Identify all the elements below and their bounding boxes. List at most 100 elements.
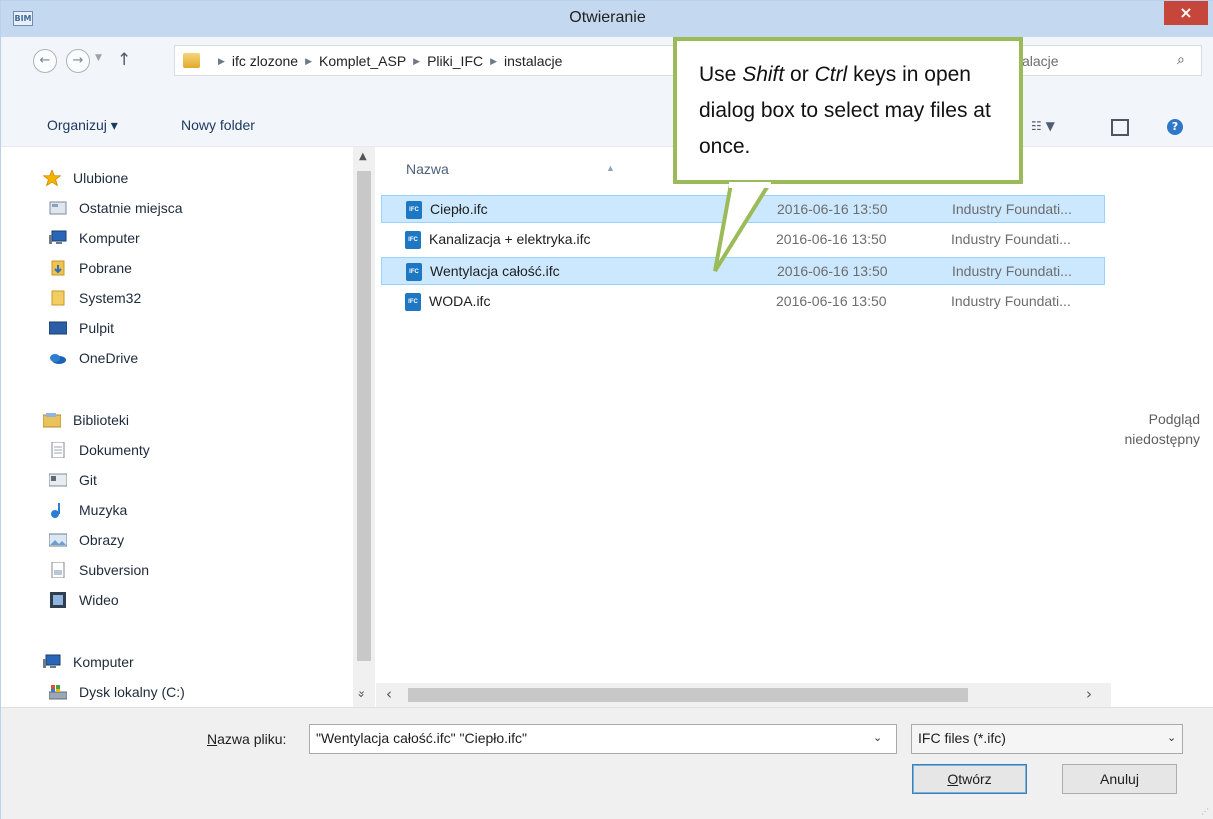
file-type: Industry Foundati...: [952, 201, 1072, 217]
pictures-icon: [49, 533, 67, 547]
breadcrumb-item[interactable]: Komplet_ASP: [319, 53, 406, 69]
file-type-chevron-icon[interactable]: ⌄: [1167, 731, 1176, 744]
scrollbar-thumb[interactable]: [408, 688, 968, 702]
recent-locations-chevron-icon[interactable]: ▼: [95, 53, 102, 63]
filename-history-chevron-icon[interactable]: ⌄: [873, 731, 882, 744]
scroll-left-icon[interactable]: ‹: [386, 685, 392, 703]
close-button[interactable]: ×: [1164, 1, 1208, 25]
sidebar-item-label: Obrazy: [79, 532, 125, 548]
downloads-icon: [51, 260, 65, 276]
sidebar-collapse-chevron-icon[interactable]: ⌄: [356, 686, 366, 700]
file-type: Industry Foundati...: [951, 231, 1071, 247]
drive-icon: [49, 685, 67, 700]
up-button[interactable]: ↑: [117, 50, 131, 70]
music-icon: [51, 503, 60, 518]
sidebar-item-label: Ulubione: [73, 170, 129, 186]
help-icon[interactable]: ?: [1167, 119, 1183, 135]
callout-joint: [729, 182, 771, 188]
file-type: Industry Foundati...: [951, 293, 1071, 309]
sidebar-item-label: Dysk lokalny (C:): [79, 684, 185, 700]
file-type: Industry Foundati...: [952, 263, 1072, 279]
recent-places-icon: [49, 201, 67, 215]
open-button-label: twórz: [958, 771, 992, 787]
breadcrumb-item[interactable]: ifc zlozone: [232, 53, 298, 69]
onedrive-icon: [50, 354, 66, 364]
breadcrumb-item[interactable]: instalacje: [504, 53, 562, 69]
filename-label: Nazwa pliku:: [207, 731, 286, 747]
open-button[interactable]: Otwórz: [912, 764, 1027, 794]
file-row[interactable]: IFC Kanalizacja + elektryka.ifc 2016-06-…: [381, 226, 1105, 254]
title-bar[interactable]: BIM Otwieranie ×: [1, 1, 1213, 37]
back-button[interactable]: ←: [33, 49, 57, 73]
cancel-button[interactable]: Anuluj: [1062, 764, 1177, 794]
breadcrumb-separator-icon[interactable]: ▶: [490, 56, 497, 66]
resize-grip-icon[interactable]: ⋰: [1201, 807, 1209, 816]
file-row[interactable]: IFC Wentylacja całość.ifc 2016-06-16 13:…: [381, 257, 1105, 285]
view-options-icon[interactable]: ☷ ▼: [1031, 119, 1055, 133]
file-date: 2016-06-16 13:50: [776, 293, 887, 309]
scrollbar-thumb[interactable]: [357, 171, 371, 661]
dialog-title: Otwieranie: [569, 9, 646, 26]
file-row[interactable]: IFC WODA.ifc 2016-06-16 13:50 Industry F…: [381, 288, 1105, 316]
subversion-icon: [51, 562, 65, 578]
sidebar-item-label: Dokumenty: [79, 442, 150, 458]
search-icon[interactable]: ⌕: [1177, 52, 1185, 68]
command-bar: Organizuj ▾ Nowy folder ☷ ▼ ?: [1, 83, 1213, 147]
sidebar-item-label: Ostatnie miejsca: [79, 200, 183, 216]
column-header-name[interactable]: Nazwa ▲: [406, 161, 615, 177]
file-name: Kanalizacja + elektryka.ifc: [429, 231, 591, 247]
sidebar-item-label: Subversion: [79, 562, 150, 578]
breadcrumb-item[interactable]: Pliki_IFC: [427, 53, 483, 69]
file-name: Ciepło.ifc: [430, 201, 488, 217]
git-icon: [49, 473, 67, 487]
sidebar-item-label: Biblioteki: [73, 412, 130, 428]
sidebar-scrollbar[interactable]: ▲ ⌄: [353, 147, 375, 707]
breadcrumb: ▶ ifc zlozone ▶ Komplet_ASP ▶ Pliki_IFC ▶ insta…: [211, 53, 562, 69]
new-folder-button[interactable]: Nowy folder: [181, 117, 255, 133]
filename-field[interactable]: "Wentylacja całość.ifc" "Ciepło.ifc": [309, 724, 897, 754]
breadcrumb-separator-icon[interactable]: ▶: [413, 56, 420, 66]
preview-pane-icon[interactable]: [1111, 119, 1129, 136]
file-list-horizontal-scrollbar[interactable]: ‹ ›: [376, 683, 1111, 707]
sidebar-item-label: Komputer: [73, 654, 134, 670]
sort-ascending-icon: ▲: [606, 163, 615, 173]
preview-unavailable-text: Podgląd niedostępny: [1111, 409, 1200, 449]
video-icon: [50, 592, 66, 608]
sidebar-item-label: Pulpit: [79, 320, 115, 336]
preview-line: niedostępny: [1124, 431, 1200, 447]
preview-line: Podgląd: [1148, 411, 1200, 427]
ifc-file-icon: IFC: [405, 293, 421, 311]
sidebar-item-label: Pobrane: [79, 260, 132, 276]
open-button-accesskey: O: [947, 771, 959, 787]
forward-button[interactable]: →: [66, 49, 90, 73]
breadcrumb-separator-icon[interactable]: ▶: [305, 56, 312, 66]
sidebar-item-label: OneDrive: [79, 350, 139, 366]
file-list: Nazwa ▲ IFC Ciepło.ifc 2016-06-16 13:50 …: [376, 147, 1111, 707]
scroll-right-icon[interactable]: ›: [1086, 685, 1092, 703]
navigation-bar: ← → ▼ ↑ ▶ ifc zlozone ▶ Komplet_ASP ▶ Pliki_I…: [1, 37, 1213, 83]
ifc-file-icon: IFC: [405, 231, 421, 249]
sidebar-item-label: Wideo: [79, 592, 119, 608]
folder-icon: [183, 53, 200, 68]
file-type-select[interactable]: IFC files (*.ifc): [911, 724, 1183, 754]
dialog-footer: Nazwa pliku: "Wentylacja całość.ifc" "Ci…: [1, 707, 1213, 819]
file-row[interactable]: IFC Ciepło.ifc 2016-06-16 13:50 Industry…: [381, 195, 1105, 223]
ifc-file-icon: IFC: [406, 201, 422, 219]
sidebar-item-label: System32: [79, 290, 142, 306]
organize-button[interactable]: Organizuj ▾: [47, 117, 118, 134]
libraries-icon: [43, 413, 61, 428]
computer-icon: [49, 230, 67, 244]
callout-text: Use Shift or Ctrl keys in open dialog bo…: [699, 57, 1019, 165]
open-file-dialog: BIM Otwieranie × ← → ▼ ↑ ▶ ifc zlozone ▶ Ko…: [0, 0, 1213, 819]
callout-text-part: Use: [699, 63, 743, 86]
file-name: Wentylacja całość.ifc: [430, 263, 560, 279]
preview-pane: Podgląd niedostępny: [1111, 147, 1213, 707]
search-placeholder: alacje: [1022, 53, 1059, 69]
file-name: WODA.ifc: [429, 293, 491, 309]
scroll-up-icon[interactable]: ▲: [359, 151, 367, 162]
computer-icon: [43, 654, 61, 668]
callout-text-part: or: [784, 63, 815, 86]
navigation-pane: Ulubione Ostatnie miejsca Komputer Pobra…: [1, 147, 376, 707]
star-icon: [43, 170, 61, 186]
desktop-icon: [49, 321, 67, 335]
